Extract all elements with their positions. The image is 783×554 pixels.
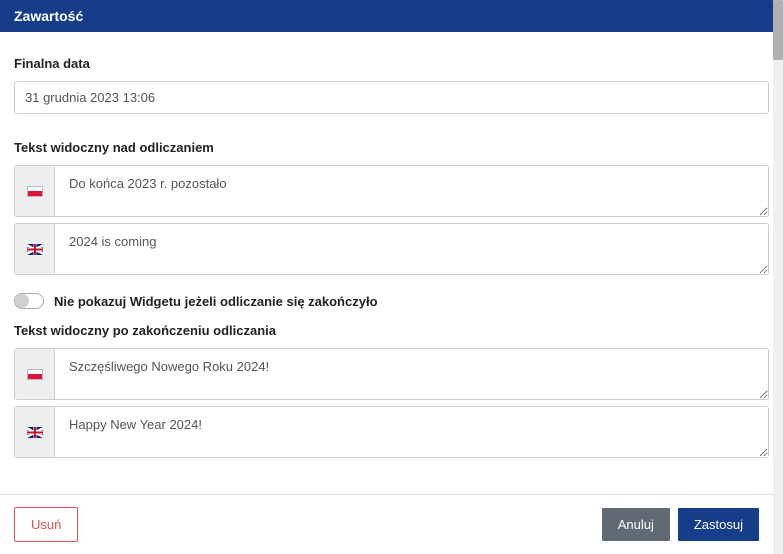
flag-gb-icon <box>15 407 55 457</box>
text-above-pl-input[interactable] <box>55 166 768 216</box>
panel-footer: Usuń Anuluj Zastosuj <box>0 494 773 554</box>
text-above-en-input[interactable] <box>55 224 768 274</box>
flag-pl-icon <box>15 166 55 216</box>
text-above-pl-row <box>14 165 769 217</box>
text-after-pl-row <box>14 348 769 400</box>
text-above-en-row <box>14 223 769 275</box>
apply-button[interactable]: Zastosuj <box>678 508 759 541</box>
panel-content: Finalna data Tekst widoczny nad odliczan… <box>0 32 783 492</box>
final-date-input[interactable] <box>14 81 769 114</box>
delete-button[interactable]: Usuń <box>14 507 78 542</box>
text-after-pl-input[interactable] <box>55 349 768 399</box>
text-after-en-row <box>14 406 769 458</box>
flag-pl-icon <box>15 349 55 399</box>
vertical-scrollbar[interactable] <box>773 0 783 554</box>
cancel-button[interactable]: Anuluj <box>602 508 670 541</box>
text-after-en-input[interactable] <box>55 407 768 457</box>
panel-title: Zawartość <box>14 8 83 24</box>
text-after-label: Tekst widoczny po zakończeniu odliczania <box>14 323 769 338</box>
hide-widget-toggle-label: Nie pokazuj Widgetu jeżeli odliczanie si… <box>54 294 378 309</box>
hide-widget-toggle-row: Nie pokazuj Widgetu jeżeli odliczanie si… <box>14 293 769 309</box>
scrollbar-thumb[interactable] <box>773 0 783 60</box>
text-above-label: Tekst widoczny nad odliczaniem <box>14 140 769 155</box>
hide-widget-toggle[interactable] <box>14 293 44 309</box>
final-date-label: Finalna data <box>14 56 769 71</box>
panel-header: Zawartość <box>0 0 783 32</box>
flag-gb-icon <box>15 224 55 274</box>
